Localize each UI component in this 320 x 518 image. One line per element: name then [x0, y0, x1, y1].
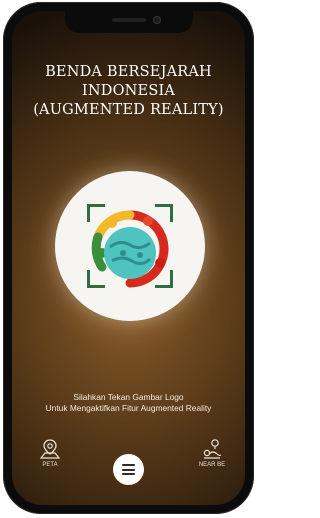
nav-peta-label: PETA: [42, 462, 58, 468]
nav-peta-button[interactable]: PETA: [30, 438, 70, 469]
nav-near-label: NEAR BE: [198, 462, 226, 468]
app-screen: BENDA BERSEJARAH INDONESIA (AUGMENTED RE…: [12, 11, 245, 505]
page-title: BENDA BERSEJARAH INDONESIA (AUGMENTED RE…: [12, 63, 245, 120]
instruction-line-1: Silahkan Tekan Gambar Logo: [73, 392, 184, 402]
hamburger-menu-button[interactable]: [113, 454, 144, 485]
phone-frame: BENDA BERSEJARAH INDONESIA (AUGMENTED RE…: [3, 2, 254, 514]
map-pin-icon: [39, 439, 61, 459]
front-camera: [152, 16, 161, 24]
hamburger-menu-icon: [122, 464, 135, 466]
nav-near-button[interactable]: NEAR BE: [190, 438, 234, 469]
title-line-1: BENDA BERSEJARAH: [45, 64, 212, 80]
phone-notch: [64, 11, 193, 33]
ar-logo-button[interactable]: [55, 171, 205, 321]
instruction-line-2: Untuk Mengaktifkan Fitur Augmented Reali…: [45, 403, 212, 413]
title-line-3: (AUGMENTED REALITY): [33, 102, 224, 118]
speaker-grille: [111, 18, 146, 22]
instruction-text: Silahkan Tekan Gambar Logo Untuk Mengakt…: [12, 392, 245, 414]
title-line-2: INDONESIA: [81, 83, 176, 99]
cultural-logo-icon: [91, 210, 169, 288]
nearby-location-icon: [203, 439, 222, 459]
